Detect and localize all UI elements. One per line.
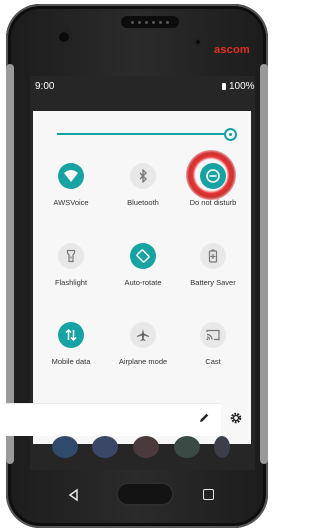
- battery-percent: 100%: [229, 81, 255, 92]
- tile-label: Bluetooth: [127, 198, 159, 207]
- dock-contacts-icon: [92, 436, 118, 458]
- gear-icon[interactable]: [229, 411, 243, 425]
- battery-icon: [222, 83, 226, 90]
- highlight-ring: [186, 150, 236, 200]
- flashlight-icon: [58, 243, 84, 269]
- battery-saver-icon: [200, 243, 226, 269]
- tile-label: Auto-rotate: [124, 278, 162, 287]
- sensor: [194, 38, 202, 46]
- earpiece-speaker: [121, 16, 179, 28]
- tile-label: Mobile data: [51, 357, 91, 366]
- front-camera: [56, 29, 72, 45]
- brand-logo: ascom: [214, 44, 250, 56]
- brightness-slider-track[interactable]: [57, 133, 232, 135]
- tile-battery-saver[interactable]: Battery Saver: [177, 243, 249, 303]
- tile-label: Airplane mode: [118, 357, 168, 366]
- pencil-icon[interactable]: [197, 411, 211, 425]
- recents-icon[interactable]: [203, 489, 214, 500]
- tile-label: Battery Saver: [190, 278, 236, 287]
- dock-messages-icon: [174, 436, 200, 458]
- bluetooth-icon: [130, 163, 156, 189]
- status-bar: 9:00 100%: [30, 76, 255, 98]
- tile-label: Flashlight: [54, 278, 88, 287]
- cast-icon: [200, 322, 226, 348]
- tile-cast[interactable]: Cast: [177, 322, 249, 382]
- tile-bluetooth[interactable]: Bluetooth: [107, 163, 179, 223]
- tile-awsvoice[interactable]: AWSVoice: [35, 163, 107, 223]
- tile-airplane-mode[interactable]: Airplane mode: [107, 322, 179, 382]
- tile-label: AWSVoice: [53, 198, 89, 207]
- brightness-slider-thumb[interactable]: [224, 128, 237, 141]
- tile-auto-rotate[interactable]: Auto-rotate: [107, 243, 179, 303]
- dock-app-icon: [214, 436, 230, 458]
- auto-rotate-icon: [130, 243, 156, 269]
- airplane-icon: [130, 322, 156, 348]
- tile-label: Cast: [205, 357, 221, 366]
- tile-mobile-data[interactable]: Mobile data: [35, 322, 107, 382]
- wifi-icon: [58, 163, 84, 189]
- right-bumper: [260, 64, 268, 464]
- back-icon[interactable]: [67, 488, 81, 502]
- dock-phone-icon: [52, 436, 78, 458]
- status-time: 9:00: [35, 81, 55, 92]
- dock-chrome-icon: [133, 436, 159, 458]
- home-button[interactable]: [116, 482, 174, 506]
- quick-settings-footer: [3, 403, 221, 436]
- tile-flashlight[interactable]: Flashlight: [35, 243, 107, 303]
- mobile-data-icon: [58, 322, 84, 348]
